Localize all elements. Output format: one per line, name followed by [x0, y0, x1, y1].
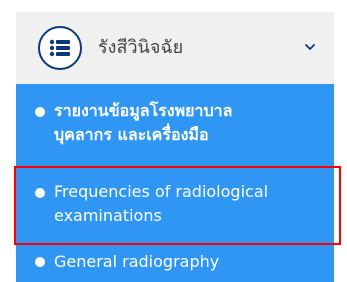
menu-title: รังสีวินิจฉัย [98, 37, 184, 58]
submenu-item-label-line: Frequencies of radiological [54, 182, 269, 201]
submenu-item-label: General radiography [54, 250, 219, 274]
submenu-item-label: รายงานข้อมูลโรงพยาบาล บุคลากร และเครื่อง… [54, 99, 232, 147]
submenu-item-hospital-report[interactable]: รายงานข้อมูลโรงพยาบาล บุคลากร และเครื่อง… [16, 99, 334, 167]
menu-header[interactable]: รังสีวินิจฉัย [16, 12, 334, 84]
submenu-panel: รายงานข้อมูลโรงพยาบาล บุคลากร และเครื่อง… [16, 84, 334, 282]
bullet-icon [35, 257, 45, 267]
submenu-item-general-radiography[interactable]: General radiography [16, 246, 334, 282]
submenu-item-label-line: General radiography [54, 252, 220, 271]
bullet-icon [35, 188, 45, 198]
navigation-menu-screen: รังสีวินิจฉัย รายงานข้อมูลโรงพยาบาล บุคล… [0, 0, 347, 282]
submenu-item-frequencies-radiological-examinations[interactable]: Frequencies of radiological examinations [16, 168, 334, 242]
list-icon [49, 39, 70, 57]
bullet-icon [35, 107, 45, 117]
menu-icon-button[interactable] [38, 26, 82, 70]
chevron-down-icon[interactable] [302, 39, 318, 55]
submenu-item-label-line: บุคลากร และเครื่องมือ [54, 125, 209, 144]
submenu-item-label-line: รายงานข้อมูลโรงพยาบาล [54, 101, 233, 120]
submenu-item-label: Frequencies of radiological examinations [54, 180, 268, 228]
submenu-item-label-line: examinations [54, 206, 162, 225]
